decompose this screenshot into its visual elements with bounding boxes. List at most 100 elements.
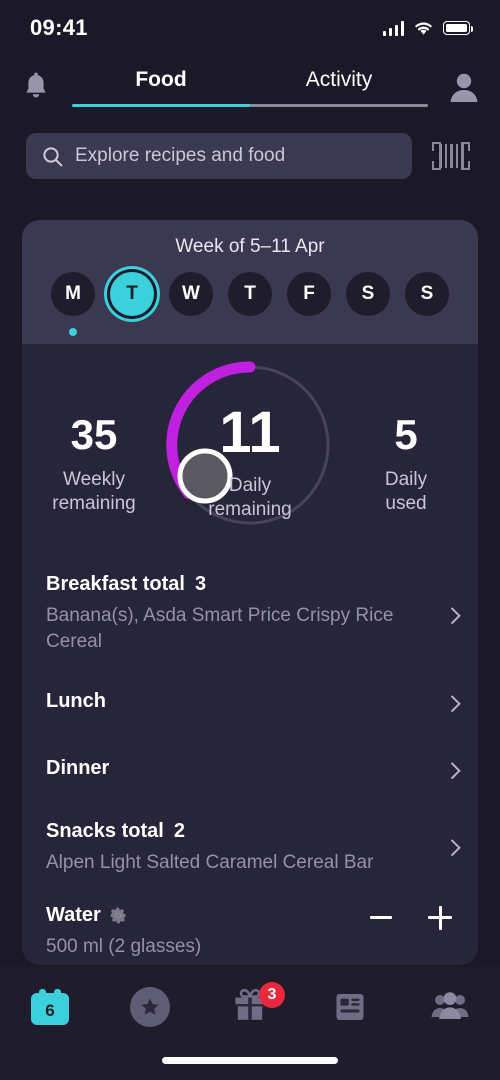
meal-items: Alpen Light Salted Caramel Cereal Bar bbox=[46, 852, 374, 874]
meal-name: Lunch bbox=[46, 690, 106, 713]
day-tuesday[interactable]: T bbox=[110, 272, 154, 336]
app-screen: 09:41 Food Activity Explore recipes and … bbox=[0, 0, 500, 1080]
daily-used-stat: 5 Daily used bbox=[336, 414, 476, 516]
people-icon bbox=[431, 992, 469, 1019]
day-logged-dot bbox=[364, 328, 372, 336]
budget-summary: 35 Weekly remaining 11 Daily remaining 5 D… bbox=[22, 344, 478, 559]
day-label: W bbox=[169, 272, 213, 316]
day-logged-dot bbox=[187, 328, 195, 336]
meal-items: Banana(s), Asda Smart Price Crispy Rice … bbox=[46, 605, 394, 652]
rewards-badge: 3 bbox=[259, 981, 285, 1008]
tab-food[interactable]: Food bbox=[72, 68, 250, 104]
nav-item-news[interactable] bbox=[300, 981, 400, 1033]
diary-card: Week of 5–11 Apr M T W T F S S 35 Weekly… bbox=[22, 220, 478, 965]
chevron-right-icon bbox=[443, 839, 461, 857]
nav-item-community[interactable] bbox=[400, 981, 500, 1033]
meal-count: 2 bbox=[173, 820, 185, 843]
meal-title: Breakfast total 3 bbox=[46, 573, 420, 596]
day-logged-dot bbox=[423, 328, 431, 336]
tab-indicator-inactive bbox=[250, 103, 428, 107]
week-selector: Week of 5–11 Apr M T W T F S S bbox=[22, 220, 478, 344]
water-row: Water 500 ml (2 glasses) bbox=[46, 890, 454, 965]
day-wednesday[interactable]: W bbox=[169, 272, 213, 336]
day-logged-dot bbox=[246, 328, 254, 336]
daily-remaining-stat: 11 Daily remaining bbox=[170, 404, 330, 522]
meal-title: Dinner bbox=[46, 757, 420, 780]
search-row: Explore recipes and food bbox=[0, 120, 500, 192]
weekly-remaining-value: 35 bbox=[70, 411, 118, 458]
article-icon bbox=[336, 994, 364, 1020]
search-input[interactable]: Explore recipes and food bbox=[26, 133, 412, 179]
day-monday[interactable]: M bbox=[51, 272, 95, 336]
profile-avatar-icon bbox=[450, 73, 478, 102]
bell-icon bbox=[26, 72, 46, 98]
daily-remaining-label: Daily remaining bbox=[208, 475, 292, 520]
day-label: S bbox=[405, 272, 449, 316]
water-amount: 500 ml (2 glasses) bbox=[46, 935, 202, 957]
search-icon bbox=[43, 146, 63, 166]
gear-icon[interactable] bbox=[110, 907, 127, 924]
gift-wrapper: 3 bbox=[231, 981, 285, 1029]
chevron-right-icon bbox=[443, 606, 461, 624]
tab-indicator bbox=[72, 103, 428, 107]
day-logged-dot bbox=[69, 328, 77, 336]
status-indicators bbox=[382, 20, 474, 36]
tab-indicator-active bbox=[72, 103, 250, 107]
nav-item-rewards[interactable]: 3 bbox=[200, 981, 300, 1033]
minus-icon[interactable] bbox=[370, 916, 392, 920]
tab-row: Food Activity bbox=[72, 68, 428, 104]
meal-name: Breakfast total bbox=[46, 573, 185, 595]
day-row: M T W T F S S bbox=[22, 272, 478, 336]
meal-title: Lunch bbox=[46, 690, 420, 713]
plus-icon[interactable] bbox=[428, 905, 452, 930]
meal-name: Snacks total bbox=[46, 820, 164, 843]
calendar-day-number: 6 bbox=[31, 993, 69, 1025]
meal-row-snacks[interactable]: Snacks total 2 Alpen Light Salted Caramel… bbox=[46, 802, 461, 890]
day-label: T bbox=[228, 272, 272, 316]
chevron-right-icon bbox=[443, 762, 461, 780]
meal-name: Dinner bbox=[46, 757, 110, 780]
home-indicator bbox=[162, 1057, 338, 1064]
meal-count: 3 bbox=[194, 573, 207, 595]
day-logged-dot bbox=[128, 328, 136, 336]
meal-row-dinner[interactable]: Dinner bbox=[46, 735, 461, 802]
status-bar: 09:41 bbox=[0, 0, 500, 56]
day-label: F bbox=[287, 272, 331, 316]
daily-used-value: 5 bbox=[394, 411, 418, 458]
nav-item-diary[interactable]: 6 bbox=[0, 981, 100, 1033]
barcode-scanner-icon[interactable] bbox=[428, 135, 474, 177]
profile-button[interactable] bbox=[428, 69, 500, 105]
tab-activity[interactable]: Activity bbox=[250, 68, 428, 104]
week-title: Week of 5–11 Apr bbox=[175, 236, 325, 257]
meal-row-lunch[interactable]: Lunch bbox=[46, 668, 461, 735]
meal-list: Breakfast total 3 Banana(s), Asda Smart P… bbox=[22, 559, 478, 965]
water-title: Water bbox=[46, 903, 101, 926]
day-saturday[interactable]: S bbox=[346, 272, 390, 336]
day-sunday[interactable]: S bbox=[405, 272, 449, 336]
nav-item-favourites[interactable] bbox=[100, 981, 200, 1033]
calendar-icon: 6 bbox=[31, 989, 69, 1025]
meal-title: Snacks total 2 bbox=[46, 820, 420, 843]
wifi-icon bbox=[415, 22, 432, 35]
tab-bar: Food Activity bbox=[72, 56, 428, 118]
weekly-remaining-label: Weekly remaining bbox=[52, 469, 136, 514]
day-friday[interactable]: F bbox=[287, 272, 331, 336]
top-nav: Food Activity bbox=[0, 56, 500, 118]
battery-icon bbox=[443, 21, 474, 35]
search-placeholder: Explore recipes and food bbox=[75, 145, 286, 166]
status-time: 09:41 bbox=[30, 15, 88, 40]
day-label: T bbox=[110, 272, 154, 316]
daily-remaining-value: 11 bbox=[219, 400, 281, 465]
cellular-signal-icon bbox=[382, 20, 404, 36]
day-thursday[interactable]: T bbox=[228, 272, 272, 336]
bottom-nav: 6 3 bbox=[0, 967, 500, 1080]
meal-row-breakfast[interactable]: Breakfast total 3 Banana(s), Asda Smart P… bbox=[46, 559, 461, 668]
chevron-right-icon bbox=[443, 695, 461, 713]
day-logged-dot bbox=[305, 328, 313, 336]
star-icon bbox=[130, 987, 170, 1027]
day-label: S bbox=[346, 272, 390, 316]
notifications-button[interactable] bbox=[0, 71, 72, 103]
water-stepper bbox=[370, 905, 452, 930]
day-label: M bbox=[51, 272, 95, 316]
daily-used-label: Daily used bbox=[384, 469, 428, 514]
